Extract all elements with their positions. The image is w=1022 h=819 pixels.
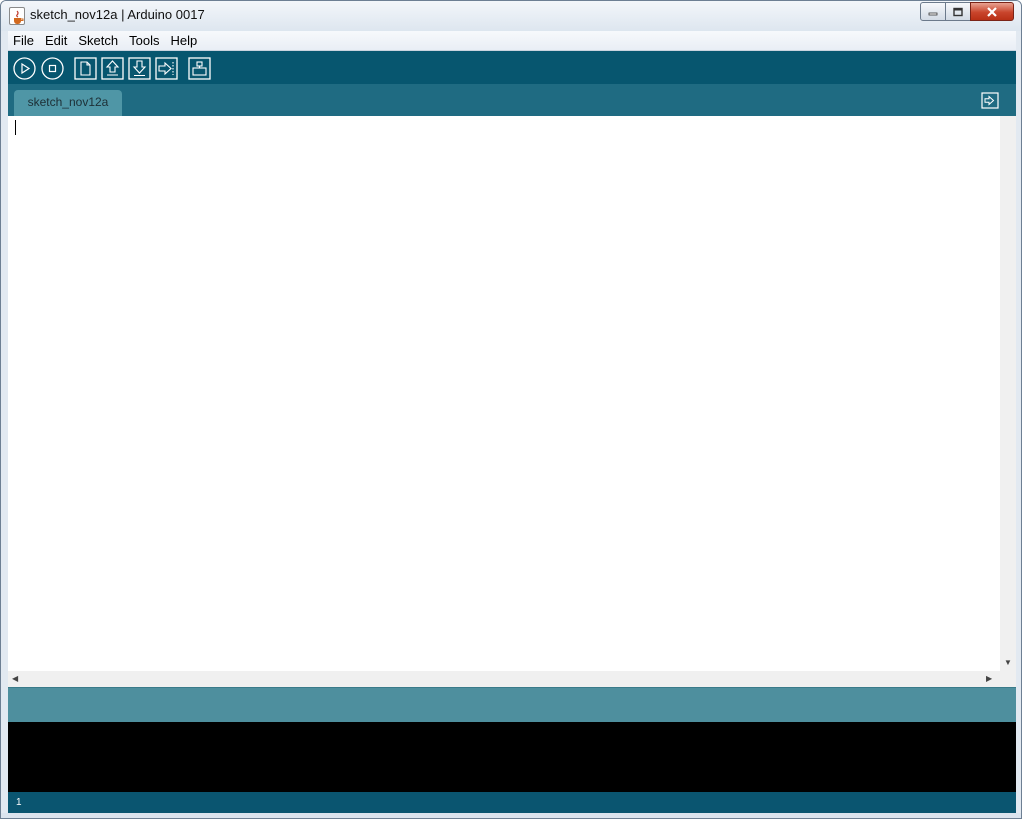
upload-button[interactable] xyxy=(155,57,178,80)
upload-right-arrow-icon xyxy=(155,57,178,80)
new-file-icon xyxy=(74,57,97,80)
menu-tools[interactable]: Tools xyxy=(128,33,160,48)
menu-sketch[interactable]: Sketch xyxy=(77,33,119,48)
serial-monitor-button[interactable] xyxy=(188,57,211,80)
minimize-button[interactable] xyxy=(920,2,946,21)
text-caret xyxy=(15,120,16,135)
stop-icon xyxy=(41,57,64,80)
maximize-button[interactable] xyxy=(945,2,971,21)
vertical-scrollbar[interactable]: ▼ xyxy=(1000,116,1016,671)
serial-monitor-icon xyxy=(188,57,211,80)
close-button[interactable] xyxy=(970,2,1014,21)
console-output[interactable] xyxy=(8,722,1016,792)
new-button[interactable] xyxy=(74,57,97,80)
scroll-left-arrow-icon[interactable]: ◀ xyxy=(12,675,18,683)
tab-sketch[interactable]: sketch_nov12a xyxy=(14,90,122,116)
stop-button[interactable] xyxy=(41,57,64,80)
open-button[interactable] xyxy=(101,57,124,80)
play-icon xyxy=(13,57,36,80)
restore-icon xyxy=(952,7,963,16)
verify-button[interactable] xyxy=(13,57,36,80)
status-bar xyxy=(8,687,1016,722)
scroll-corner xyxy=(1000,671,1016,687)
window-title: sketch_nov12a | Arduino 0017 xyxy=(30,7,205,22)
horizontal-scrollbar[interactable]: ◀ ▶ xyxy=(8,671,1000,687)
menu-help[interactable]: Help xyxy=(169,33,198,48)
toolbar xyxy=(8,51,1016,84)
scroll-down-arrow-icon[interactable]: ▼ xyxy=(1004,659,1012,667)
title-bar[interactable]: sketch_nov12a | Arduino 0017 xyxy=(1,1,1021,31)
tab-bar: sketch_nov12a xyxy=(8,84,1016,116)
tab-menu-arrow-icon xyxy=(981,92,999,109)
footer-bar: 1 xyxy=(8,792,1016,813)
window-controls xyxy=(920,2,1014,21)
close-icon xyxy=(987,6,997,17)
menu-file[interactable]: File xyxy=(12,33,35,48)
menu-bar: File Edit Sketch Tools Help xyxy=(8,31,1016,51)
arduino-window: sketch_nov12a | Arduino 0017 File Edit S… xyxy=(0,0,1022,819)
menu-edit[interactable]: Edit xyxy=(44,33,68,48)
save-button[interactable] xyxy=(128,57,151,80)
scroll-right-arrow-icon[interactable]: ▶ xyxy=(986,675,992,683)
code-editor[interactable] xyxy=(8,116,1000,671)
minimize-icon xyxy=(928,12,938,15)
java-cup-icon xyxy=(9,7,25,25)
open-up-arrow-icon xyxy=(101,57,124,80)
save-down-arrow-icon xyxy=(128,57,151,80)
tab-menu-button[interactable] xyxy=(981,92,999,109)
window-frame-bottom xyxy=(1,813,1021,818)
line-number: 1 xyxy=(16,797,22,808)
